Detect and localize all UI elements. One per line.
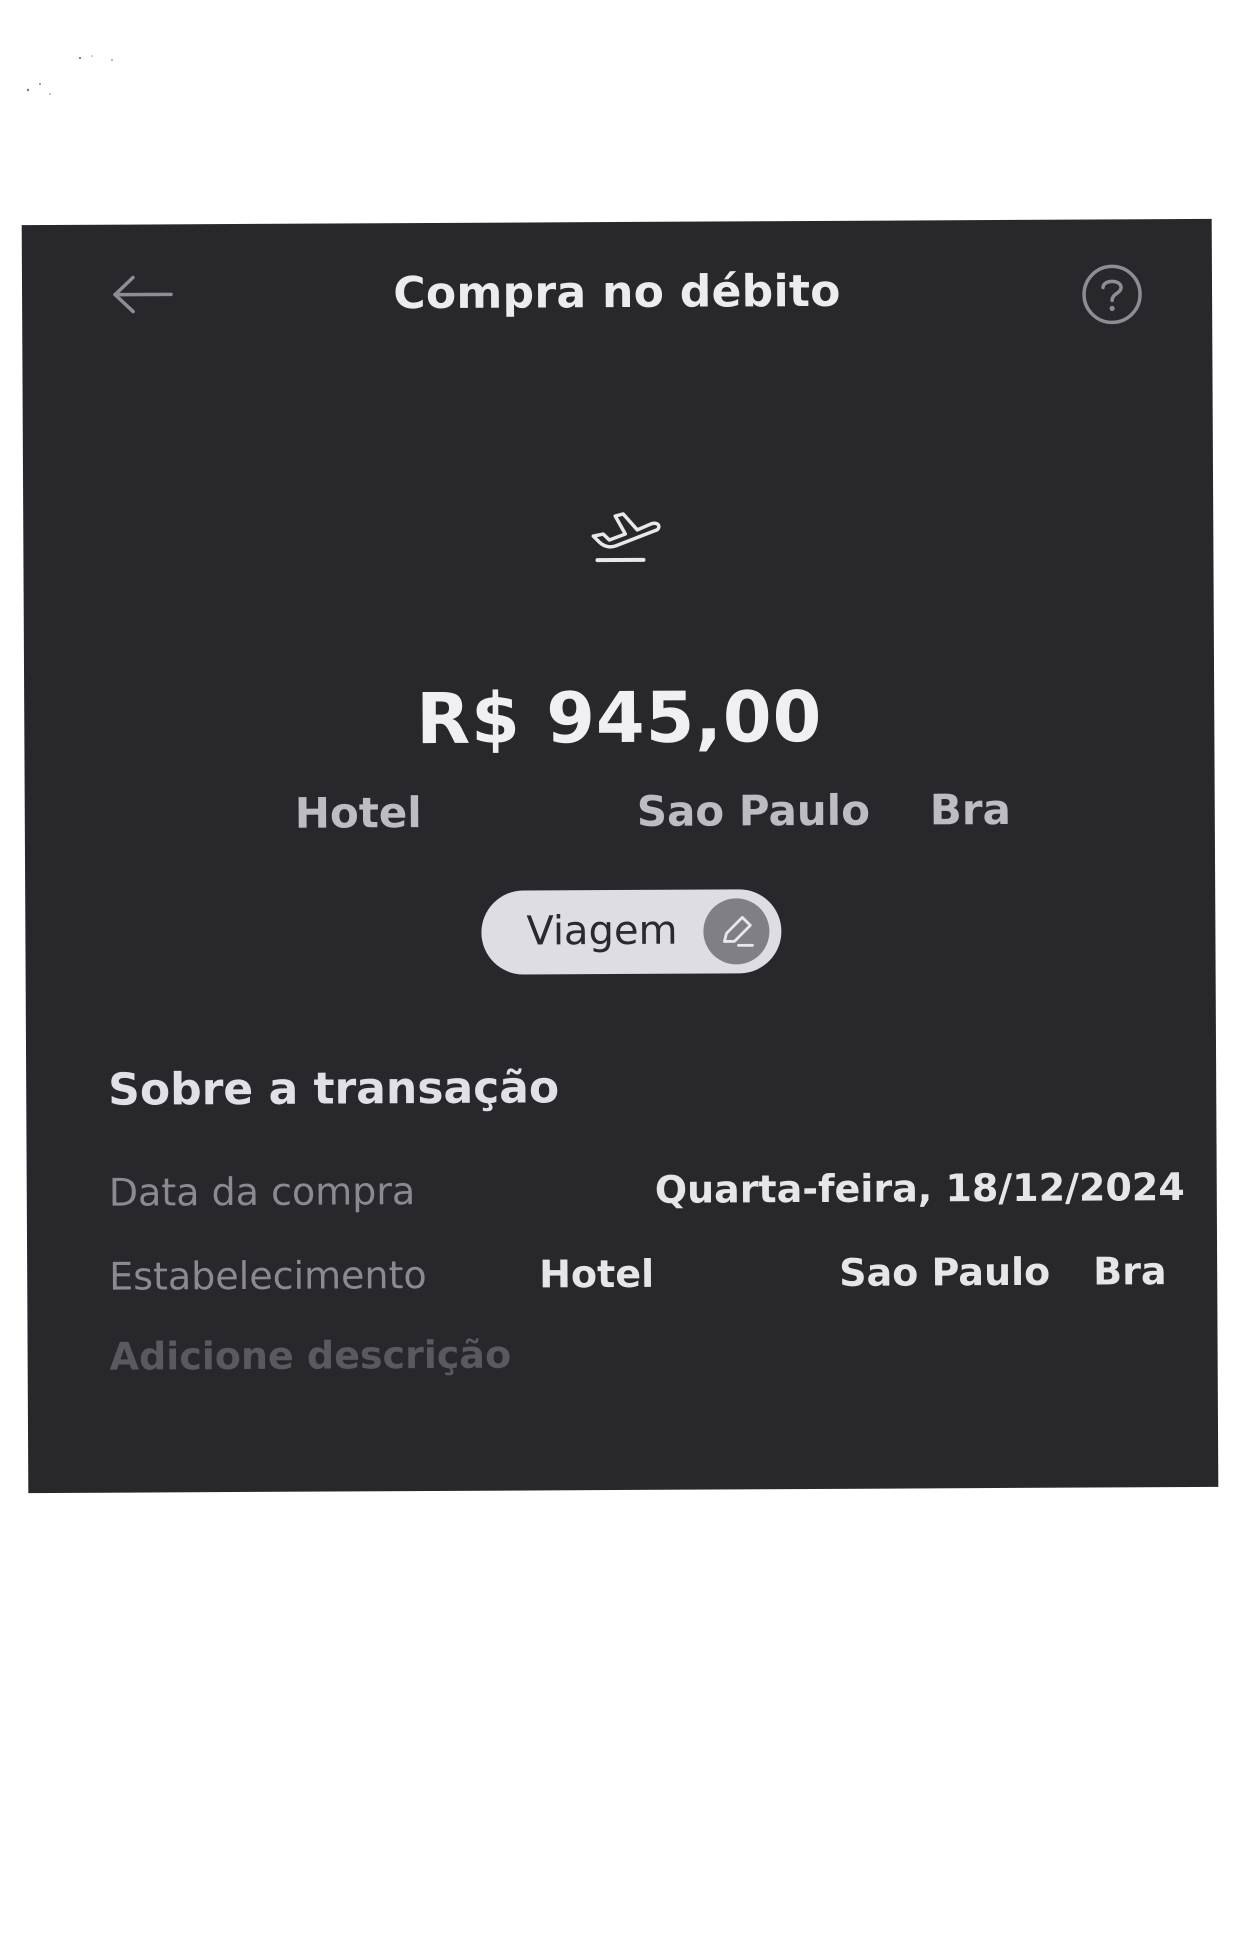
add-description-link[interactable]: Adicione descrição xyxy=(109,1333,511,1379)
help-button[interactable] xyxy=(1077,259,1147,329)
establishment-name: Hotel xyxy=(539,1251,655,1297)
merchant-city: Sao Paulo xyxy=(636,785,871,836)
edit-category-button[interactable] xyxy=(703,898,770,965)
purchase-date-value: Quarta-feira, 18/12/2024 xyxy=(654,1165,1185,1212)
airplane-takeoff-icon xyxy=(591,512,661,563)
establishment-city: Sao Paulo xyxy=(839,1249,1051,1295)
merchant-country: Bra xyxy=(929,784,1011,835)
establishment-country: Bra xyxy=(1093,1249,1167,1294)
category-chip[interactable]: Viagem xyxy=(481,889,782,975)
pencil-icon xyxy=(723,915,754,947)
question-circle-icon xyxy=(1082,264,1142,325)
scan-specks xyxy=(26,55,113,95)
page-title: Compra no débito xyxy=(393,265,841,320)
transaction-detail-screen: Compra no débito R$ 945,00 Hotel Sao Pau… xyxy=(21,218,1219,1494)
transaction-amount: R$ 945,00 xyxy=(416,675,823,761)
section-title: Sobre a transação xyxy=(108,1062,560,1116)
merchant-name: Hotel xyxy=(294,788,422,838)
purchase-date-label: Data da compra xyxy=(108,1169,416,1215)
establishment-label: Estabelecimento xyxy=(109,1253,427,1299)
category-chip-label: Viagem xyxy=(526,907,678,955)
